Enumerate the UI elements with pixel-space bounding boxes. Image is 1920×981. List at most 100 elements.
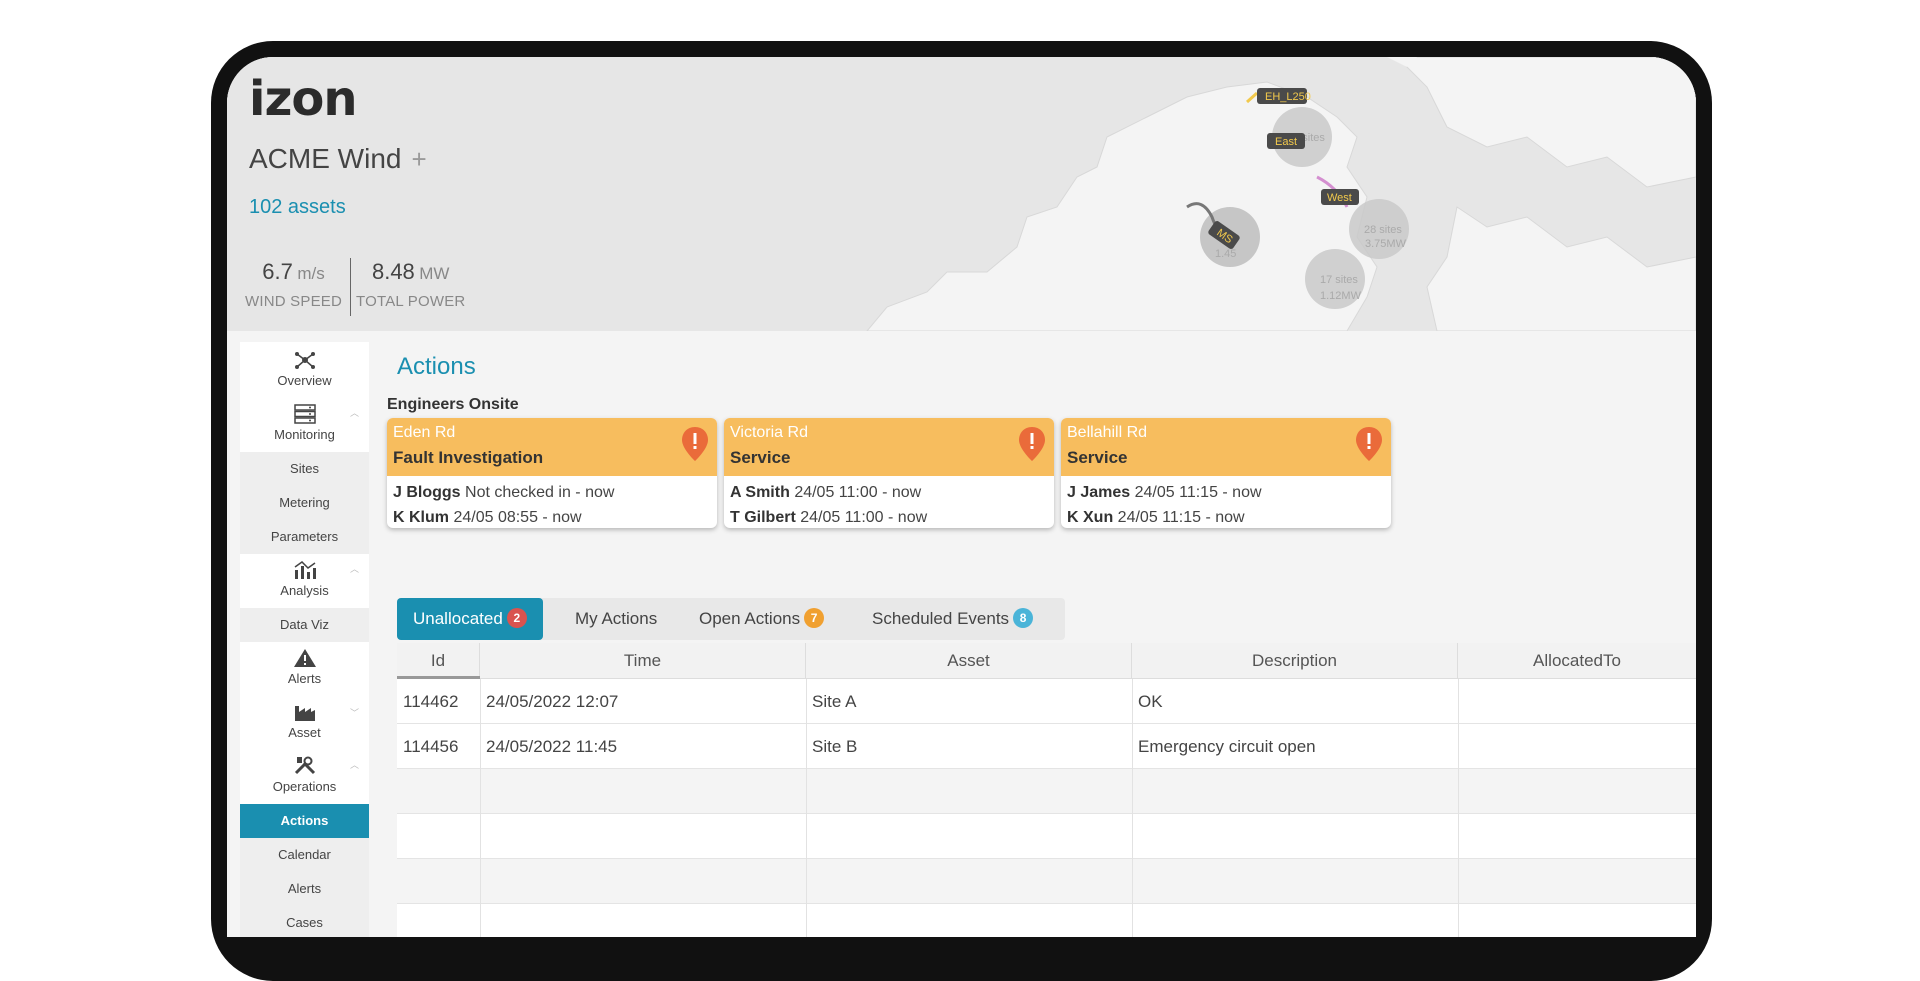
column-header-asset[interactable]: Asset [806, 643, 1132, 679]
bar-chart-icon [294, 561, 316, 579]
card-header: Bellahill Rd Service [1061, 418, 1391, 476]
sidebar-item-ops-alerts[interactable]: Alerts [240, 872, 369, 906]
sidebar-item-analysis[interactable]: Analysis ︿ [240, 560, 369, 598]
svg-text:East: East [1275, 136, 1297, 148]
cell-time: 24/05/2022 12:07 [486, 692, 619, 711]
total-power-unit: MW [419, 264, 450, 283]
cell-id: 114456 [403, 737, 459, 756]
column-header-time[interactable]: Time [480, 643, 806, 679]
actions-table: Id Time Asset Description AllocatedTo 11… [397, 643, 1696, 937]
empty-row [397, 769, 1696, 814]
engineer-status: 24/05 11:15 - now [1134, 484, 1262, 501]
card-header: Eden Rd Fault Investigation [387, 418, 717, 476]
warning-icon [293, 649, 316, 667]
tab-label: Unallocated [413, 609, 503, 628]
column-header-allocated-to[interactable]: AllocatedTo [1458, 643, 1696, 679]
tab-unallocated[interactable]: Unallocated 2 [397, 598, 543, 640]
tab-scheduled-events[interactable]: Scheduled Events 8 [872, 598, 1034, 640]
card-site: Bellahill Rd [1067, 424, 1148, 441]
cell-id: 114462 [403, 692, 459, 711]
server-icon [293, 404, 316, 424]
cell-description: OK [1138, 692, 1163, 711]
cell-asset: Site A [812, 692, 857, 711]
chevron-up-icon[interactable]: ︿ [350, 562, 359, 575]
count-badge: 8 [1013, 608, 1034, 628]
column-divider [480, 679, 481, 937]
svg-text:17 sites: 17 sites [1320, 274, 1358, 286]
card-task: Service [730, 448, 791, 467]
card-header: Victoria Rd Service [724, 418, 1054, 476]
sidebar-item-operations[interactable]: Operations ︿ [240, 756, 369, 794]
sidebar-item-sites[interactable]: Sites [240, 452, 369, 486]
asset-count-link[interactable]: 102 assets [249, 196, 346, 219]
chevron-down-icon[interactable]: ﹀ [350, 706, 359, 719]
add-site-button[interactable]: + [411, 144, 426, 174]
page-title: ACME Wind + [249, 143, 427, 175]
cell-asset: Site B [812, 737, 858, 756]
tab-open-actions[interactable]: Open Actions 7 [699, 598, 825, 640]
column-divider [1458, 679, 1459, 937]
sidebar-item-metering[interactable]: Metering [240, 486, 369, 520]
onsite-card[interactable]: Victoria Rd Service A Smith 24/05 11:00 … [724, 418, 1054, 528]
chevron-up-icon[interactable]: ︿ [350, 406, 359, 419]
stat-divider [350, 258, 351, 316]
alert-pin-icon[interactable] [681, 426, 709, 462]
sidebar: Overview Monitoring ︿ Sites Metering Par… [240, 342, 369, 937]
total-power-value: 8.48 [371, 259, 415, 284]
column-header-description[interactable]: Description [1132, 643, 1458, 679]
sidebar-item-overview[interactable]: Overview [240, 350, 369, 388]
sidebar-item-actions[interactable]: Actions [240, 804, 369, 838]
sidebar-item-asset[interactable]: Asset ﹀ [240, 702, 369, 740]
action-tabs: Unallocated 2 My Actions Open Actions 7 Sc… [397, 598, 1065, 640]
wind-speed-label: WIND SPEED [245, 293, 343, 310]
count-badge: 2 [506, 608, 527, 628]
card-body: J Bloggs Not checked in - now K Klum 24/… [387, 476, 717, 528]
svg-text:West: West [1327, 192, 1352, 204]
sidebar-item-data-viz[interactable]: Data Viz [240, 608, 369, 642]
engineer-line: K Klum 24/05 08:55 - now [393, 505, 711, 528]
sidebar-item-calendar[interactable]: Calendar [240, 838, 369, 872]
card-body: J James 24/05 11:15 - now K Xun 24/05 11… [1061, 476, 1391, 528]
svg-text:1.12MW: 1.12MW [1320, 290, 1362, 302]
alert-pin-icon[interactable] [1355, 426, 1383, 462]
sidebar-item-cases[interactable]: Cases [240, 906, 369, 937]
engineer-name: T Gilbert [730, 509, 796, 526]
cell-description: Emergency circuit open [1138, 737, 1316, 756]
tab-my-actions[interactable]: My Actions [575, 598, 657, 640]
card-task: Fault Investigation [393, 448, 544, 467]
column-divider [1132, 679, 1133, 937]
engineer-name: K Xun [1067, 509, 1114, 526]
engineer-name: J Bloggs [393, 484, 461, 501]
cell-time: 24/05/2022 11:45 [486, 737, 618, 756]
network-icon [294, 352, 315, 369]
sidebar-item-label: Overview [277, 373, 332, 388]
table-row[interactable]: 114456 24/05/2022 11:45 Site B Emergency… [397, 724, 1696, 769]
sidebar-item-monitoring[interactable]: Monitoring ︿ [240, 404, 369, 442]
engineer-status: 24/05 11:15 - now [1117, 509, 1245, 526]
engineer-line: A Smith 24/05 11:00 - now [730, 480, 1048, 505]
sidebar-item-parameters[interactable]: Parameters [240, 520, 369, 554]
table-header: Id Time Asset Description AllocatedTo [397, 643, 1696, 679]
total-power-label: TOTAL POWER [356, 293, 466, 310]
svg-text:1.45: 1.45 [1215, 248, 1236, 260]
header: 28 sites 28 sites 3.75MW 17 sites 1.12MW… [227, 57, 1696, 331]
engineer-line: T Gilbert 24/05 11:00 - now [730, 505, 1048, 528]
table-row[interactable]: 114462 24/05/2022 12:07 Site A OK [397, 679, 1696, 724]
onsite-card[interactable]: Eden Rd Fault Investigation J Bloggs Not… [387, 418, 717, 528]
card-site: Eden Rd [393, 424, 456, 441]
sidebar-item-label: Operations [272, 779, 337, 794]
tools-icon [294, 756, 315, 775]
count-badge: 7 [804, 608, 825, 628]
alert-pin-icon[interactable] [1018, 426, 1046, 462]
engineer-status: 24/05 11:00 - now [794, 484, 922, 501]
chevron-up-icon[interactable]: ︿ [350, 758, 359, 771]
empty-row [397, 814, 1696, 859]
wind-speed-value: 6.7 [262, 259, 293, 284]
column-header-id[interactable]: Id [397, 643, 480, 679]
site-name: ACME Wind [249, 143, 402, 174]
card-body: A Smith 24/05 11:00 - now T Gilbert 24/0… [724, 476, 1054, 528]
sidebar-item-alerts[interactable]: Alerts [240, 648, 369, 686]
sidebar-item-label: Monitoring [274, 427, 335, 442]
sidebar-item-label: Alerts [287, 671, 322, 686]
onsite-card[interactable]: Bellahill Rd Service J James 24/05 11:15… [1061, 418, 1391, 528]
